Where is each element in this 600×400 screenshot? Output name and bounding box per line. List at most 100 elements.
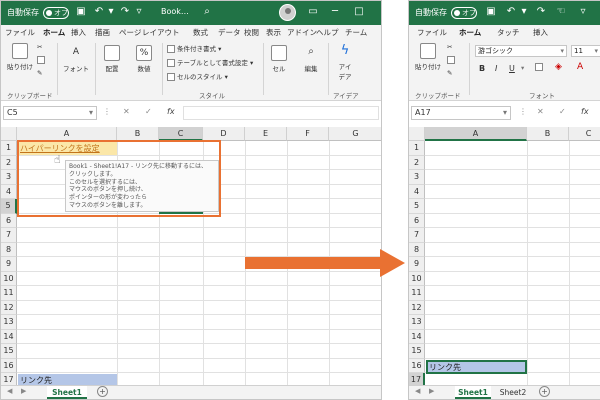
touch-icon[interactable]: ☜: [555, 6, 567, 18]
row-header[interactable]: 13: [1, 315, 17, 330]
row-header[interactable]: 7: [409, 228, 425, 243]
column-header[interactable]: C: [569, 127, 600, 141]
number-button[interactable]: % 数値: [131, 45, 157, 73]
row-header[interactable]: 3: [409, 170, 425, 185]
row-header[interactable]: 14: [409, 329, 425, 344]
maximize-icon[interactable]: □: [353, 6, 365, 18]
tab-file[interactable]: ファイル: [417, 27, 447, 38]
paste-button[interactable]: 貼り付け: [5, 43, 35, 71]
column-header[interactable]: E: [245, 127, 287, 141]
underline-button[interactable]: U: [509, 64, 515, 73]
sheet-tab-sheet2[interactable]: Sheet2: [495, 386, 531, 399]
check-icon[interactable]: ✓: [559, 107, 566, 116]
tab-review[interactable]: 校閲: [244, 27, 259, 38]
avatar[interactable]: [279, 4, 296, 21]
paste-button[interactable]: 貼り付け: [413, 43, 443, 71]
chevron-down-icon[interactable]: ▾: [89, 107, 93, 119]
tab-formulas[interactable]: 数式: [193, 27, 208, 38]
row-header[interactable]: 13: [409, 315, 425, 330]
row-header[interactable]: 15: [409, 344, 425, 359]
font-color-icon[interactable]: A: [577, 62, 583, 72]
check-icon[interactable]: ✓: [145, 107, 152, 116]
function-icon[interactable]: fx: [167, 107, 175, 116]
column-header[interactable]: C: [159, 127, 203, 141]
tab-home[interactable]: ホーム: [459, 27, 482, 41]
column-header[interactable]: G: [329, 127, 381, 141]
row-header[interactable]: 16: [409, 358, 425, 373]
redo-icon[interactable]: ↷: [119, 6, 131, 18]
row-header[interactable]: 1: [409, 141, 425, 156]
row-header[interactable]: 6: [409, 213, 425, 228]
border-icon[interactable]: [535, 63, 545, 71]
copy-icon[interactable]: [37, 56, 47, 64]
search-icon[interactable]: ⌕: [201, 6, 213, 18]
cell-a17[interactable]: リンク先: [18, 374, 117, 385]
chevron-down-icon[interactable]: ▾: [503, 107, 507, 119]
font-name-select[interactable]: 游ゴシック ▾: [475, 45, 567, 57]
tab-insert[interactable]: 挿入: [71, 27, 86, 38]
sheet-tab-sheet1[interactable]: Sheet1: [455, 386, 491, 399]
format-painter-icon[interactable]: ✎: [447, 69, 452, 77]
add-sheet-icon[interactable]: +: [97, 386, 108, 397]
row-header[interactable]: 16: [1, 358, 17, 373]
italic-button[interactable]: I: [495, 64, 497, 73]
cells-button[interactable]: セル: [267, 45, 291, 73]
row-header[interactable]: 2: [409, 155, 425, 170]
tab-insert[interactable]: 挿入: [533, 27, 548, 38]
row-header[interactable]: 10: [1, 271, 17, 286]
cancel-icon[interactable]: ✕: [123, 107, 130, 116]
bold-button[interactable]: B: [479, 64, 485, 73]
column-header[interactable]: A: [17, 127, 117, 141]
row-header[interactable]: 1: [1, 141, 17, 156]
row-header[interactable]: 8: [409, 242, 425, 257]
tab-home[interactable]: ホーム: [43, 27, 66, 41]
function-icon[interactable]: fx: [581, 107, 589, 116]
column-header[interactable]: A: [425, 127, 527, 141]
name-box[interactable]: A17 ▾: [411, 106, 511, 120]
copy-icon[interactable]: [447, 56, 457, 64]
chevron-down-icon[interactable]: ▾: [518, 6, 530, 18]
row-header[interactable]: 17: [1, 373, 17, 385]
row-header[interactable]: 12: [409, 300, 425, 315]
row-header[interactable]: 7: [1, 228, 17, 243]
row-header[interactable]: 14: [1, 329, 17, 344]
tab-file[interactable]: ファイル: [5, 27, 35, 38]
column-header[interactable]: B: [117, 127, 159, 141]
undo-icon[interactable]: ↶: [505, 6, 517, 18]
customize-toolbar-icon[interactable]: ▿: [133, 6, 145, 18]
row-header[interactable]: 3: [1, 170, 17, 185]
conditional-format-button[interactable]: 条件付き書式 ▾: [167, 43, 221, 53]
autosave-toggle[interactable]: オフ: [43, 7, 69, 19]
cancel-icon[interactable]: ✕: [537, 107, 544, 116]
row-header[interactable]: 11: [409, 286, 425, 301]
font-button[interactable]: A フォント: [63, 45, 89, 73]
row-header[interactable]: 5: [1, 199, 17, 214]
tab-layout[interactable]: レイアウト: [142, 27, 180, 38]
row-header[interactable]: 10: [409, 271, 425, 286]
row-header[interactable]: 8: [1, 242, 17, 257]
save-icon[interactable]: ▣: [75, 6, 87, 18]
tab-draw[interactable]: 描画: [95, 27, 110, 38]
chevron-down-icon[interactable]: ▾: [105, 6, 117, 18]
row-header[interactable]: 11: [1, 286, 17, 301]
save-icon[interactable]: ▣: [485, 6, 497, 18]
font-size-select[interactable]: 11 ▾: [571, 45, 600, 57]
row-header[interactable]: 17: [409, 373, 425, 385]
tab-help[interactable]: ヘルプ: [316, 27, 339, 38]
cut-icon[interactable]: ✂: [37, 43, 42, 51]
name-box[interactable]: C5 ▾: [3, 106, 97, 120]
tab-touch[interactable]: タッチ: [497, 27, 520, 38]
ideas-button[interactable]: ϟ アイ デア: [333, 43, 357, 81]
minimize-icon[interactable]: ─: [329, 6, 341, 18]
add-sheet-icon[interactable]: +: [539, 386, 550, 397]
row-header[interactable]: 2: [1, 155, 17, 170]
row-header[interactable]: 9: [409, 257, 425, 272]
ribbon-display-icon[interactable]: ▭: [307, 6, 319, 18]
column-header[interactable]: D: [203, 127, 245, 141]
tab-addins[interactable]: アドイン: [287, 27, 317, 38]
customize-toolbar-icon[interactable]: ▿: [577, 6, 589, 18]
row-header[interactable]: 5: [409, 199, 425, 214]
prev-sheet-icon[interactable]: ◀: [415, 387, 420, 395]
fill-color-icon[interactable]: ◈: [555, 62, 562, 72]
row-header[interactable]: 4: [409, 184, 425, 199]
